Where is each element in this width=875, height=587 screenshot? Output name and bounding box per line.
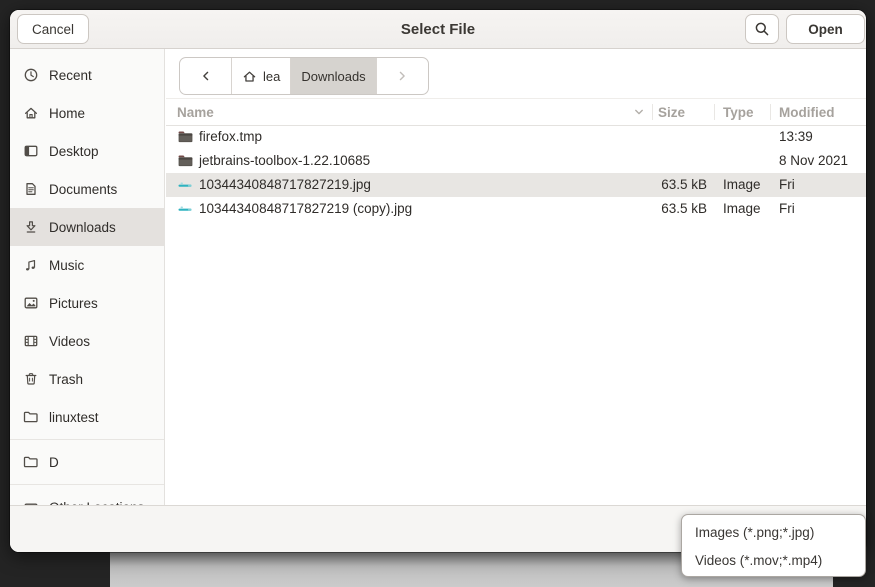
sort-indicator-icon[interactable] — [631, 104, 647, 120]
file-list: firefox.tmp 13:39 jetbrains-toolbox-1.22… — [166, 125, 866, 221]
folder-icon — [23, 409, 39, 425]
path-segment-label: Downloads — [301, 69, 365, 84]
column-separator — [652, 104, 653, 120]
music-note-icon — [23, 257, 39, 273]
path-segment-label: lea — [263, 69, 280, 84]
file-modified: Fri — [779, 173, 795, 197]
file-name: jetbrains-toolbox-1.22.10685 — [199, 149, 370, 173]
column-separator — [770, 104, 771, 120]
path-forward-button[interactable] — [377, 58, 428, 94]
file-row-firefox-tmp[interactable]: firefox.tmp 13:39 — [166, 125, 866, 149]
sidebar-item-desktop[interactable]: Desktop — [10, 132, 164, 170]
sidebar-item-home[interactable]: Home — [10, 94, 164, 132]
file-row-jpg-selected[interactable]: 10344340848717827219.jpg 63.5 kB Image F… — [166, 173, 866, 197]
sidebar-item-label: Videos — [49, 334, 90, 349]
chevron-left-icon — [199, 69, 213, 83]
sidebar-item-label: Documents — [49, 182, 117, 197]
sidebar-item-label: Trash — [49, 372, 83, 387]
file-type: Image — [723, 173, 761, 197]
folder-solid-icon — [177, 129, 194, 145]
chevron-right-icon — [395, 69, 409, 83]
sidebar-item-label: Home — [49, 106, 85, 121]
file-size: 63.5 kB — [621, 197, 707, 221]
sidebar-item-label: Downloads — [49, 220, 116, 235]
path-back-button[interactable] — [180, 58, 232, 94]
sidebar-item-label: Recent — [49, 68, 92, 83]
desktop-icon — [23, 143, 39, 159]
file-modified: Fri — [779, 197, 795, 221]
sidebar-separator — [10, 439, 164, 440]
column-header-name[interactable]: Name — [177, 99, 214, 125]
search-icon — [754, 21, 770, 37]
file-name: 10344340848717827219 (copy).jpg — [199, 197, 412, 221]
sidebar-item-linuxtest[interactable]: linuxtest — [10, 398, 164, 436]
download-icon — [23, 219, 39, 235]
sidebar-item-label: linuxtest — [49, 410, 99, 425]
sidebar-item-d[interactable]: D — [10, 443, 164, 481]
file-chooser-dialog: Cancel Select File Open Recent — [10, 10, 866, 552]
home-icon — [242, 69, 257, 84]
column-header-modified[interactable]: Modified — [779, 99, 835, 125]
sidebar-item-pictures[interactable]: Pictures — [10, 284, 164, 322]
file-filter-menu: Images (*.png;*.jpg) Videos (*.mov;*.mp4… — [681, 514, 866, 577]
folder-icon — [23, 454, 39, 470]
list-header: Name Size Type Modified — [166, 98, 866, 126]
sidebar-item-label: Pictures — [49, 296, 98, 311]
sidebar-separator — [10, 484, 164, 485]
home-icon — [23, 105, 39, 121]
sidebar-item-other-locations[interactable]: Other Locations — [10, 488, 164, 506]
file-modified: 13:39 — [779, 125, 813, 149]
image-file-icon — [177, 201, 194, 217]
path-segment-downloads[interactable]: Downloads — [291, 58, 376, 94]
file-browser: lea Downloads Name Size Type — [166, 49, 866, 506]
sidebar-item-videos[interactable]: Videos — [10, 322, 164, 360]
clock-icon — [23, 67, 39, 83]
sidebar-item-music[interactable]: Music — [10, 246, 164, 284]
file-row-jetbrains-toolbox[interactable]: jetbrains-toolbox-1.22.10685 8 Nov 2021 — [166, 149, 866, 173]
folder-solid-icon — [177, 153, 194, 169]
column-header-size[interactable]: Size — [658, 99, 685, 125]
filter-option-videos[interactable]: Videos (*.mov;*.mp4) — [682, 546, 865, 574]
file-name: 10344340848717827219.jpg — [199, 173, 371, 197]
file-type: Image — [723, 197, 761, 221]
path-segment-home[interactable]: lea — [232, 58, 291, 94]
file-row-jpg-copy[interactable]: 10344340848717827219 (copy).jpg 63.5 kB … — [166, 197, 866, 221]
places-sidebar: Recent Home Desktop Documents — [10, 49, 165, 506]
document-icon — [23, 181, 39, 197]
image-file-icon — [177, 177, 194, 193]
sidebar-item-label: Desktop — [49, 144, 99, 159]
search-button[interactable] — [745, 14, 779, 44]
page-title: Select File — [10, 10, 866, 48]
file-name: firefox.tmp — [199, 125, 262, 149]
trash-icon — [23, 371, 39, 387]
film-icon — [23, 333, 39, 349]
filter-option-images[interactable]: Images (*.png;*.jpg) — [682, 518, 865, 546]
sidebar-item-downloads[interactable]: Downloads — [10, 208, 164, 246]
sidebar-item-label: Music — [49, 258, 84, 273]
column-header-type[interactable]: Type — [723, 99, 754, 125]
column-separator — [714, 104, 715, 120]
titlebar: Cancel Select File Open — [10, 10, 866, 49]
sidebar-item-documents[interactable]: Documents — [10, 170, 164, 208]
pathbar: lea Downloads — [179, 57, 429, 95]
sidebar-item-trash[interactable]: Trash — [10, 360, 164, 398]
open-button[interactable]: Open — [786, 14, 865, 44]
picture-icon — [23, 295, 39, 311]
file-modified: 8 Nov 2021 — [779, 149, 848, 173]
sidebar-item-recent[interactable]: Recent — [10, 56, 164, 94]
file-size: 63.5 kB — [621, 173, 707, 197]
sidebar-item-label: D — [49, 455, 59, 470]
